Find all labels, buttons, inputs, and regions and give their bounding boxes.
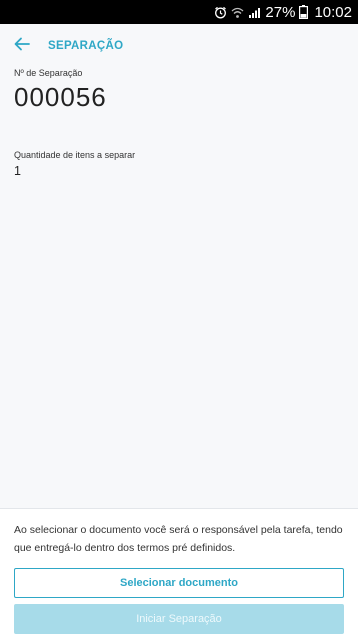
separation-number-value: 000056 (14, 82, 107, 112)
start-separation-button[interactable]: Iniciar Separação (14, 604, 344, 634)
wifi-icon (231, 6, 244, 19)
alarm-icon (214, 6, 227, 19)
items-quantity-label: Quantidade de itens a separar (14, 150, 136, 160)
signal-icon (248, 6, 261, 19)
footer-panel: Ao selecionar o documento você será o re… (0, 508, 358, 636)
separation-details: Nº de Separação 000056 Quantidade de ite… (14, 68, 344, 178)
page-title: SEPARAÇÃO (48, 40, 124, 52)
items-quantity-value: 1 (14, 164, 21, 178)
separation-number-label: Nº de Separação (14, 68, 83, 78)
separation-number-field: Nº de Separação 000056 (14, 68, 344, 113)
battery-icon (299, 5, 309, 19)
back-button[interactable] (10, 34, 34, 58)
clock-time: 10:02 (314, 3, 352, 21)
responsibility-notice: Ao selecionar o documento você será o re… (14, 524, 343, 554)
arrow-left-icon (14, 37, 30, 56)
items-quantity-field: Quantidade de itens a separar 1 (14, 150, 135, 178)
select-document-button[interactable]: Selecionar documento (14, 568, 344, 598)
status-bar: 27% 10:02 (0, 0, 358, 24)
battery-percent: 27% (265, 3, 296, 21)
app-bar: SEPARAÇÃO (0, 24, 358, 68)
